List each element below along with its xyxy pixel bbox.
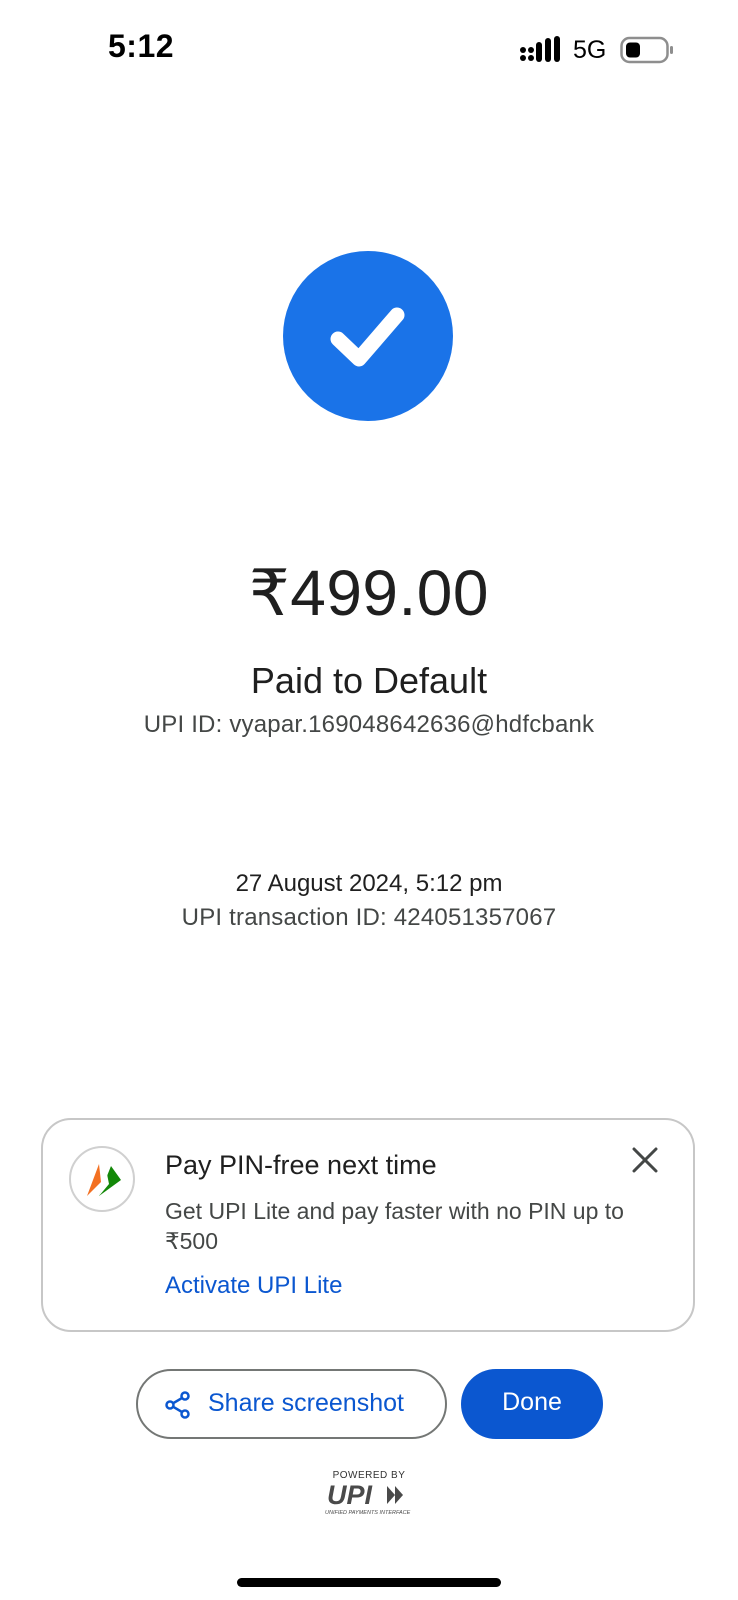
promo-title: Pay PIN-free next time [165, 1150, 437, 1180]
payee-name: Paid to Default [250, 660, 488, 701]
payment-amount: ₹499.00 [249, 557, 489, 629]
promo-description: Get UPI Lite and pay faster with no PIN … [165, 1198, 624, 1254]
signal-icon [520, 36, 560, 62]
activate-upi-lite-link[interactable]: Activate UPI Lite [165, 1272, 342, 1300]
status-time: 5:12 [108, 28, 175, 64]
done-label: Done [502, 1388, 562, 1416]
success-check-icon [283, 251, 453, 421]
share-screenshot-button[interactable]: Share screenshot [136, 1369, 447, 1439]
svg-text:UNIFIED PAYMENTS INTERFACE: UNIFIED PAYMENTS INTERFACE [325, 1510, 411, 1516]
upi-logo: UPI UNIFIED PAYMENTS INTERFACE [325, 1480, 411, 1516]
transaction-datetime: 27 August 2024, 5:12 pm [235, 870, 503, 897]
transaction-id: UPI transaction ID: 424051357067 [181, 904, 557, 931]
battery-icon [620, 36, 673, 64]
upi-lite-logo-icon [69, 1146, 135, 1212]
done-button[interactable]: Done [461, 1369, 603, 1439]
svg-text:UPI: UPI [327, 1480, 373, 1510]
payee-upi-id: UPI ID: vyapar.169048642636@hdfcbank [143, 711, 595, 738]
upi-lite-promo-card: Pay PIN-free next time Get UPI Lite and … [41, 1118, 695, 1332]
close-icon[interactable] [627, 1142, 663, 1178]
home-indicator [237, 1578, 501, 1587]
share-screenshot-label: Share screenshot [208, 1389, 404, 1417]
share-icon [165, 1391, 190, 1419]
network-label: 5G [573, 36, 607, 64]
